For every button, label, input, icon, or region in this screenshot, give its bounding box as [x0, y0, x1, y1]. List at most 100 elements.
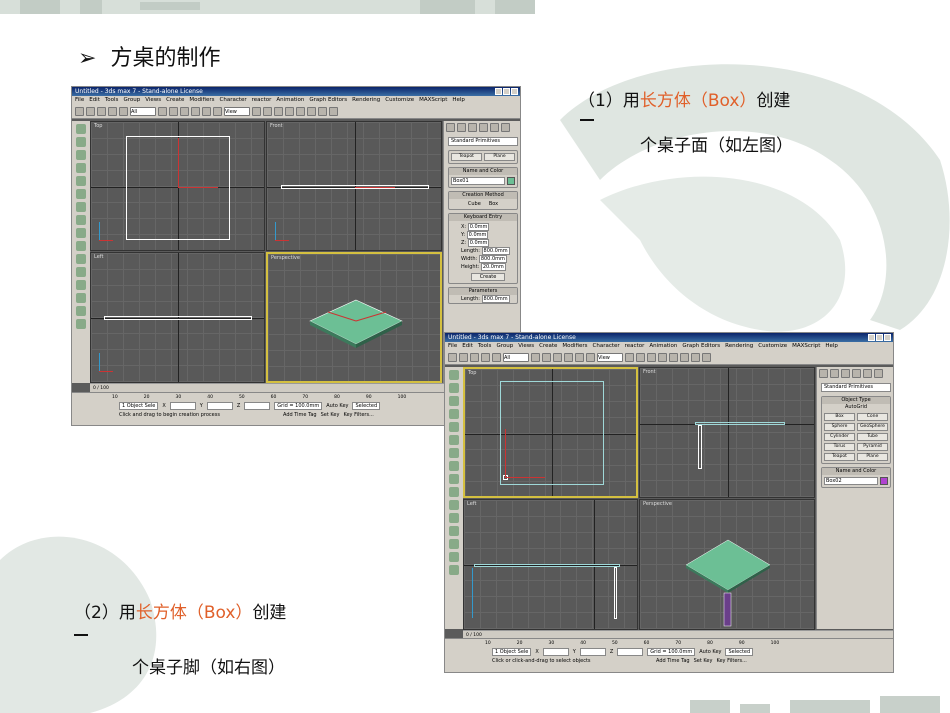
set-key-button[interactable]: Set Key [321, 412, 340, 418]
tool-icon[interactable] [76, 293, 86, 303]
menu-character[interactable]: Character [593, 343, 620, 349]
menu-reactor[interactable]: reactor [252, 97, 272, 103]
angle-snap-icon[interactable] [647, 352, 656, 362]
tool-icon[interactable] [449, 565, 459, 575]
cone-button[interactable]: Cone [857, 413, 888, 421]
region-icon[interactable] [180, 106, 189, 116]
set-key-button[interactable]: Set Key [694, 658, 713, 664]
mirror-icon[interactable] [296, 106, 305, 116]
create-tab-icon[interactable] [819, 369, 828, 378]
tool-icon[interactable] [449, 409, 459, 419]
menu-file[interactable]: File [75, 97, 84, 103]
plane-button[interactable]: Plane [484, 153, 515, 161]
tool-icon[interactable] [449, 513, 459, 523]
tool-icon[interactable] [449, 552, 459, 562]
motion-tab-icon[interactable] [852, 369, 861, 378]
key-filters-button[interactable]: Key Filters... [343, 412, 373, 418]
menu-modifiers[interactable]: Modifiers [562, 343, 587, 349]
display-tab-icon[interactable] [863, 369, 872, 378]
menu-views[interactable]: Views [145, 97, 161, 103]
viewport-perspective[interactable]: Perspective [266, 252, 442, 383]
box-radio[interactable]: Box [489, 201, 498, 207]
motion-tab-icon[interactable] [479, 123, 488, 132]
close-icon[interactable] [511, 88, 518, 95]
tool-icon[interactable] [76, 189, 86, 199]
viewport-label[interactable]: Left [467, 501, 476, 507]
close-icon[interactable] [884, 334, 891, 341]
plane-button[interactable]: Plane [857, 453, 888, 461]
utilities-tab-icon[interactable] [874, 369, 883, 378]
tool-icon[interactable] [449, 526, 459, 536]
viewport-top[interactable]: Top [463, 367, 638, 498]
bind-icon[interactable] [492, 352, 501, 362]
viewport-label[interactable]: Left [94, 254, 103, 260]
viewport-label[interactable]: Front [270, 123, 283, 129]
tool-icon[interactable] [76, 215, 86, 225]
menu-tools[interactable]: Tools [478, 343, 492, 349]
menu-reactor[interactable]: reactor [625, 343, 645, 349]
viewport-top[interactable]: Top [90, 121, 265, 251]
menu-graph-editors[interactable]: Graph Editors [309, 97, 347, 103]
x-coord-field[interactable] [542, 647, 569, 656]
modify-tab-icon[interactable] [457, 123, 466, 132]
tool-icon[interactable] [449, 474, 459, 484]
rollout-header[interactable]: Keyboard Entry [449, 214, 517, 221]
x-field[interactable]: 0.0mm [467, 223, 490, 231]
hierarchy-tab-icon[interactable] [841, 369, 850, 378]
scale-icon[interactable] [586, 352, 595, 362]
tool-icon[interactable] [76, 176, 86, 186]
sphere-button[interactable]: Sphere [824, 423, 855, 431]
rollout-header[interactable]: Name and Color [822, 468, 890, 475]
viewport-label[interactable]: Front [643, 369, 656, 375]
rollout-header[interactable]: Name and Color [449, 168, 517, 175]
move-icon[interactable] [191, 106, 200, 116]
tool-icon[interactable] [449, 487, 459, 497]
display-tab-icon[interactable] [490, 123, 499, 132]
z-coord-field[interactable] [244, 401, 271, 410]
utilities-tab-icon[interactable] [501, 123, 510, 132]
tube-button[interactable]: Tube [857, 433, 888, 441]
align-icon[interactable] [680, 352, 689, 362]
primitives-dropdown[interactable]: Standard Primitives [821, 383, 891, 392]
width-field[interactable]: 800.0mm [478, 255, 507, 263]
tool-icon[interactable] [76, 280, 86, 290]
menu-file[interactable]: File [448, 343, 457, 349]
tool-icon[interactable] [449, 448, 459, 458]
snap-icon[interactable] [636, 352, 645, 362]
autogrid-checkbox[interactable]: AutoGrid [822, 404, 890, 411]
object-color-swatch[interactable] [507, 177, 515, 185]
redo-icon[interactable] [459, 352, 468, 362]
tool-icon[interactable] [76, 163, 86, 173]
rollout-header[interactable]: Parameters [449, 288, 517, 295]
link-icon[interactable] [470, 352, 479, 362]
maximize-icon[interactable] [876, 334, 883, 341]
z-coord-field[interactable] [617, 647, 644, 656]
scale-icon[interactable] [213, 106, 222, 116]
link-icon[interactable] [97, 106, 106, 116]
tool-icon[interactable] [76, 241, 86, 251]
x-coord-field[interactable] [169, 401, 196, 410]
viewport-front[interactable]: Front [266, 121, 442, 251]
length-field[interactable]: 800.0mm [481, 247, 510, 255]
menu-help[interactable]: Help [452, 97, 465, 103]
viewport-left[interactable]: Left [463, 499, 638, 630]
move-icon[interactable] [564, 352, 573, 362]
menu-modifiers[interactable]: Modifiers [189, 97, 214, 103]
rotate-icon[interactable] [575, 352, 584, 362]
menu-maxscript[interactable]: MAXScript [792, 343, 820, 349]
select-icon[interactable] [158, 106, 167, 116]
cube-radio[interactable]: Cube [468, 201, 481, 207]
param-length-field[interactable]: 800.0mm [481, 295, 510, 303]
add-time-tag[interactable]: Add Time Tag [656, 658, 690, 664]
tool-icon[interactable] [449, 435, 459, 445]
align-icon[interactable] [307, 106, 316, 116]
menu-rendering[interactable]: Rendering [352, 97, 380, 103]
tool-icon[interactable] [76, 124, 86, 134]
maximize-icon[interactable] [503, 88, 510, 95]
tool-icon[interactable] [76, 319, 86, 329]
tool-icon[interactable] [76, 254, 86, 264]
selection-filter-dropdown[interactable]: All [130, 106, 156, 116]
menu-customize[interactable]: Customize [758, 343, 787, 349]
tool-icon[interactable] [449, 461, 459, 471]
unlink-icon[interactable] [481, 352, 490, 362]
